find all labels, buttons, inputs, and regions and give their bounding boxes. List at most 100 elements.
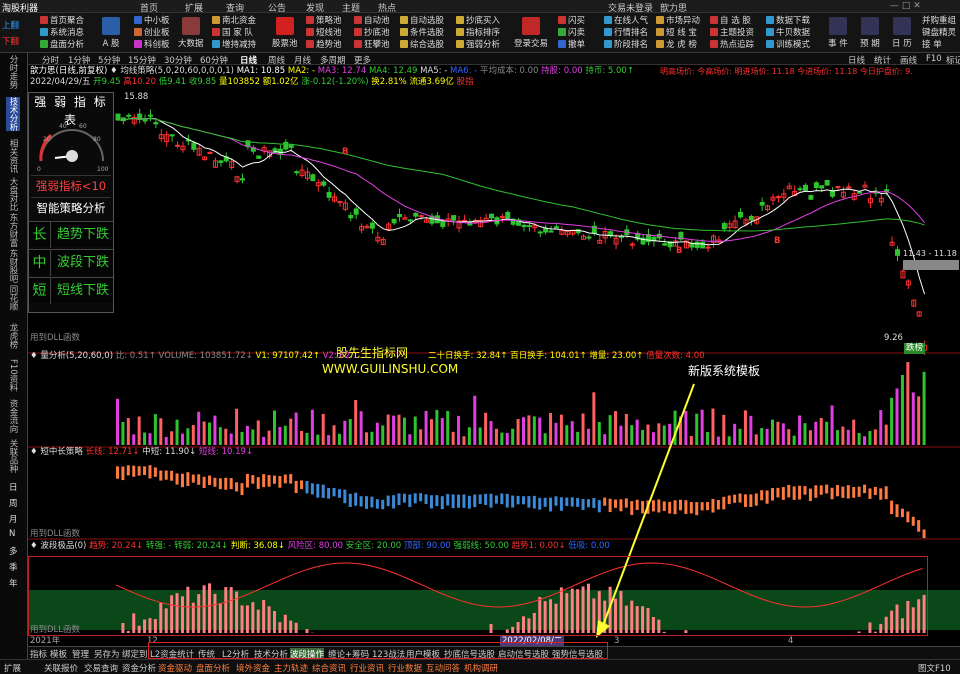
toolbar-short-pool[interactable]: 短线池	[306, 28, 342, 38]
toolbar-combo-select[interactable]: 综合选股	[400, 40, 444, 50]
toolbar-take-order[interactable]: 接 单	[922, 40, 942, 50]
toolbar-events[interactable]: 事 件	[828, 17, 848, 49]
ext-tab-industry-data[interactable]: 行业数据	[388, 662, 422, 674]
toolbar-data-download[interactable]: 数据下载	[766, 16, 810, 26]
toolbar-system-msg[interactable]: 系统消息	[40, 28, 84, 38]
ext-tab-foreign-fund[interactable]: 境外资金	[236, 662, 270, 674]
toolbar-keyboard-wizard[interactable]: 键盘精灵	[922, 28, 956, 38]
toolbar-hold-change[interactable]: 增持减持	[212, 40, 256, 50]
left-period-day[interactable]: 日	[9, 481, 18, 493]
ext-tab-fund-drive[interactable]: 资金驱动	[158, 662, 192, 674]
toolbar-star-board[interactable]: 科创板	[134, 40, 170, 50]
toolbar-training-mode[interactable]: 训练模式	[766, 40, 810, 50]
toolbar-merger[interactable]: 并购重组	[922, 16, 956, 26]
vol-turn20: 二十日换手: 32.84↑	[428, 351, 508, 361]
toolbar-trend-pool[interactable]: 趋势池	[306, 40, 342, 50]
page-down-button[interactable]: 下翻	[2, 37, 19, 47]
left-period-year[interactable]: 年	[9, 577, 18, 589]
toolbar-niubei-data[interactable]: 牛贝数据	[766, 28, 810, 38]
toolbar-condition-select[interactable]: 条件选股	[400, 28, 444, 38]
ext-tab-combo-news[interactable]: 综合资讯	[312, 662, 346, 674]
toolbar-watchlist[interactable]: 自 选 股	[710, 16, 751, 26]
left-period-multi[interactable]: 多	[9, 545, 18, 557]
mid-strategy-bar	[792, 486, 796, 500]
vol-title[interactable]: ♦ 量分析(5,20,60,0)	[30, 351, 113, 361]
toolbar-indicator-sort[interactable]: 指标排序	[456, 28, 500, 38]
left-tab-fund-flow[interactable]: 资金流向	[6, 399, 20, 433]
volume-bar	[191, 424, 195, 445]
ext-tab-industry-news[interactable]: 行业资讯	[350, 662, 384, 674]
window-controls[interactable]: — □ ✕	[890, 1, 921, 11]
page-up-button[interactable]: 上翻	[2, 21, 19, 31]
toolbar-dip-buy[interactable]: 抄底买入	[456, 16, 500, 26]
left-tab-related[interactable]: 关联品种	[6, 439, 20, 473]
toolbar-rank-period[interactable]: 阶段排名	[604, 40, 648, 50]
volume-bar	[327, 435, 331, 445]
left-tab-ths[interactable]: 同花顺	[6, 285, 20, 311]
left-period-week[interactable]: 周	[9, 497, 18, 509]
toolbar-strategy-pool[interactable]: 策略池	[306, 16, 342, 26]
toolbar-a-share[interactable]: A 股	[102, 17, 120, 49]
toolbar-flash-sell[interactable]: 闪卖	[558, 28, 585, 38]
mid-strategy-bar	[776, 487, 780, 498]
left-period-month[interactable]: 月	[9, 513, 18, 525]
toolbar-dip-pool[interactable]: 抄底池	[354, 28, 390, 38]
toolbar-auto-select[interactable]: 自动选股	[400, 16, 444, 26]
toolbar-national-team[interactable]: 国 家 队	[212, 28, 253, 38]
toolbar-auto-pool[interactable]: 自动池	[354, 16, 390, 26]
volume-bar	[251, 429, 255, 445]
toolbar-online-popularity[interactable]: 在线人气	[604, 16, 648, 26]
left-tab-news[interactable]: 相关资讯	[6, 139, 20, 173]
mid-strategy-bar	[386, 495, 390, 507]
volume-bar	[202, 421, 206, 445]
left-tab-eastmoney[interactable]: 东方财富	[6, 213, 20, 247]
index-tag[interactable]: 股指	[457, 77, 474, 87]
toolbar-dragon-tiger[interactable]: 龙 虎 榜	[656, 40, 697, 50]
left-tab-index-compare[interactable]: 大盘对比	[6, 177, 20, 211]
left-tab-f10[interactable]: F10资料	[6, 359, 20, 392]
toolbar-surge-pool[interactable]: 狂攀池	[354, 40, 390, 50]
toolbar-stock-pool[interactable]: 股票池	[272, 17, 298, 49]
left-tab-forum[interactable]: 东财股吧	[6, 249, 20, 283]
mid-strategy-bar	[522, 496, 525, 505]
left-tab-dragon-tiger[interactable]: 龙虎榜	[6, 323, 20, 349]
toolbar-hot-track[interactable]: 热点追踪	[710, 40, 754, 50]
ext-tab-main-track[interactable]: 主力轨迹	[274, 662, 308, 674]
toolbar-short-treasure[interactable]: 短 线 宝	[656, 28, 697, 38]
ext-tab-qa[interactable]: 互动问答	[426, 662, 460, 674]
ext-tab-f10-text[interactable]: 图文F10	[918, 662, 951, 674]
toolbar-home-aggregate[interactable]: 首页聚合	[40, 16, 84, 26]
toolbar-gem-board[interactable]: 创业板	[134, 28, 170, 38]
mid-title[interactable]: ♦ 短中长策略	[30, 447, 83, 457]
right-tab-f10[interactable]: F10	[926, 54, 942, 64]
toolbar-flash-buy[interactable]: 闪买	[558, 16, 585, 26]
toolbar-cancel-order[interactable]: 撤单	[558, 40, 585, 50]
toolbar-market-anomaly[interactable]: 市场异动	[656, 16, 700, 26]
ext-tab-extend[interactable]: 扩展	[4, 662, 21, 674]
mid-strategy-bar	[392, 495, 396, 509]
ext-tab-inst-research[interactable]: 机构调研	[464, 662, 498, 674]
left-tab-timeshare[interactable]: 分时走势	[6, 55, 20, 89]
ext-tab-fund-analysis[interactable]: 资金分析	[122, 662, 156, 674]
price-candle	[759, 201, 765, 206]
toolbar-login-trade[interactable]: 登录交易	[514, 17, 548, 49]
toolbar-big-data[interactable]: 大数据	[178, 17, 204, 49]
ma-strategy-label[interactable]: ♦ 均线策略(5,0,20,60,0,0,0,1)	[110, 66, 234, 76]
toolbar-sme-board[interactable]: 中小板	[134, 16, 170, 26]
left-period-n[interactable]: N	[9, 529, 15, 539]
toolbar-expectations[interactable]: 预 期	[860, 17, 880, 49]
mid-strategy-bar	[733, 494, 737, 503]
toolbar-theme-invest[interactable]: 主题投资	[710, 28, 754, 38]
toolbar-strength-analysis[interactable]: 强弱分析	[456, 40, 500, 50]
wave-title[interactable]: ♦ 波段极品(0)	[30, 541, 86, 551]
volume-bar	[917, 396, 921, 445]
toolbar-market-analysis[interactable]: 盘面分析	[40, 40, 84, 50]
ext-tab-market-analysis[interactable]: 盘面分析	[196, 662, 230, 674]
toolbar-rank-quote[interactable]: 行情排名	[604, 28, 648, 38]
ext-tab-related-quote[interactable]: 关联报价	[44, 662, 78, 674]
left-tab-technical[interactable]: 技术分析	[6, 97, 20, 131]
ext-tab-trade-query[interactable]: 交易查询	[84, 662, 118, 674]
toolbar-calendar[interactable]: 日 历	[892, 17, 912, 49]
toolbar-north-south[interactable]: 南北资金	[212, 16, 256, 26]
left-period-season[interactable]: 季	[9, 561, 18, 573]
